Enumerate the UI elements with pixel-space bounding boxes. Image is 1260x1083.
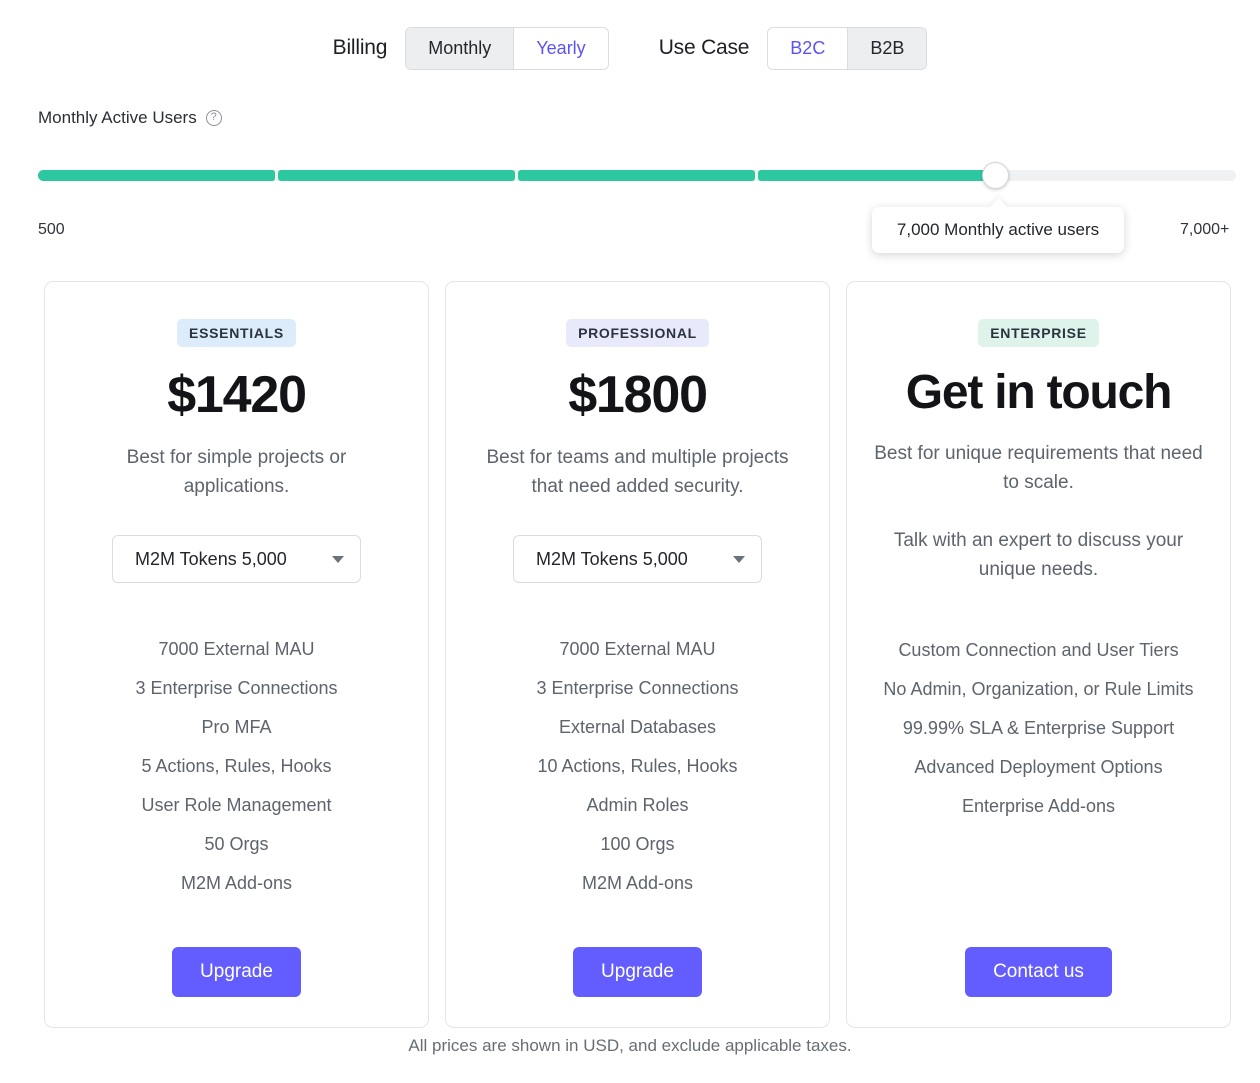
mau-slider[interactable] (38, 162, 1236, 189)
plan-feature: Admin Roles (586, 795, 689, 815)
plan-controls: Billing Monthly Yearly Use Case B2C B2B (0, 27, 1260, 70)
plan-feature: Enterprise Add-ons (961, 796, 1116, 816)
pricing-page: Billing Monthly Yearly Use Case B2C B2B … (0, 0, 1260, 1083)
plan-feature: Advanced Deployment Options (914, 757, 1163, 777)
plan-feature: 10 Actions, Rules, Hooks (537, 756, 738, 776)
plan-features: 7000 External MAU 3 Enterprise Connectio… (456, 630, 819, 903)
billing-option-yearly[interactable]: Yearly (513, 28, 608, 69)
billing-option-monthly[interactable]: Monthly (406, 28, 514, 69)
plan-feature: M2M Add-ons (581, 873, 694, 893)
mau-label: Monthly Active Users (38, 108, 197, 127)
plan-price: $1800 (568, 366, 708, 424)
plan-cta-wrap: Upgrade (172, 903, 301, 997)
plan-feature: 5 Actions, Rules, Hooks (141, 756, 332, 776)
plan-feature: 7000 External MAU (158, 639, 315, 659)
plan-cta-wrap: Upgrade (573, 903, 702, 997)
question-circle-icon[interactable]: ? (205, 110, 222, 126)
use-case-label: Use Case (658, 36, 750, 60)
billing-control: Billing Monthly Yearly (333, 27, 609, 70)
plan-badge: PROFESSIONAL (566, 319, 709, 347)
m2m-tokens-select[interactable]: M2M Tokens 5,000 (112, 535, 361, 583)
slider-thumb[interactable] (982, 162, 1009, 189)
plan-description: Best for simple projects or applications… (126, 447, 347, 497)
upgrade-button[interactable]: Upgrade (573, 947, 702, 997)
pricing-footnote: All prices are shown in USD, and exclude… (408, 1036, 852, 1055)
use-case-option-b2c[interactable]: B2C (768, 28, 848, 69)
slider-segment-1 (38, 170, 275, 181)
slider-min-label: 500 (38, 221, 65, 238)
plan-card-essentials: ESSENTIALS $1420 Best for simple project… (44, 281, 429, 1028)
plan-feature: 100 Orgs (600, 834, 675, 854)
plan-price: $1420 (167, 366, 307, 424)
slider-tooltip: 7,000 Monthly active users (872, 207, 1124, 253)
plan-price: Get in touch (905, 366, 1173, 419)
use-case-option-b2b[interactable]: B2B (847, 28, 927, 69)
plan-cards: ESSENTIALS $1420 Best for simple project… (44, 281, 1231, 1028)
slider-tooltip-text: 7,000 Monthly active users (896, 220, 1100, 239)
plan-feature: No Admin, Organization, or Rule Limits (883, 679, 1194, 699)
plan-badge: ESSENTIALS (177, 319, 296, 347)
plan-feature: M2M Add-ons (180, 873, 293, 893)
slider-segment-2 (278, 170, 515, 181)
plan-card-professional: PROFESSIONAL $1800 Best for teams and mu… (445, 281, 830, 1028)
use-case-segmented-control[interactable]: B2C B2B (767, 27, 928, 70)
billing-segmented-control[interactable]: Monthly Yearly (405, 27, 609, 70)
plan-feature: External Databases (558, 717, 717, 737)
plan-description: Best for teams and multiple projects tha… (486, 447, 789, 497)
m2m-tokens-select-value: M2M Tokens 5,000 (135, 548, 287, 569)
m2m-tokens-select[interactable]: M2M Tokens 5,000 (513, 535, 762, 583)
plan-badge: ENTERPRISE (978, 319, 1099, 347)
chevron-down-icon (332, 555, 344, 563)
plan-feature: 99.99% SLA & Enterprise Support (902, 718, 1175, 738)
plan-cta-wrap: Contact us (965, 903, 1112, 997)
plan-feature: Pro MFA (201, 717, 272, 737)
plan-features: Custom Connection and User Tiers No Admi… (857, 631, 1220, 826)
plan-features: 7000 External MAU 3 Enterprise Connectio… (55, 630, 418, 903)
plan-description: Best for unique requirements that need t… (874, 443, 1203, 493)
plan-card-enterprise: ENTERPRISE Get in touch Best for unique … (846, 281, 1231, 1028)
plan-description-secondary: Talk with an expert to discuss your uniq… (893, 530, 1184, 580)
slider-segment-3 (518, 170, 755, 181)
slider-max-label: 7,000+ (1180, 221, 1230, 238)
plan-feature: User Role Management (141, 795, 332, 815)
plan-feature: 3 Enterprise Connections (536, 678, 739, 698)
plan-feature: 7000 External MAU (559, 639, 716, 659)
chevron-down-icon (733, 555, 745, 563)
contact-us-button[interactable]: Contact us (965, 947, 1112, 997)
plan-feature: 3 Enterprise Connections (135, 678, 338, 698)
plan-feature: Custom Connection and User Tiers (898, 640, 1179, 660)
m2m-tokens-select-value: M2M Tokens 5,000 (536, 548, 688, 569)
slider-segment-4 (758, 170, 998, 181)
billing-label: Billing (332, 36, 388, 60)
mau-label-row: Monthly Active Users ? (38, 108, 222, 128)
use-case-control: Use Case B2C B2B (659, 27, 928, 70)
plan-feature: 50 Orgs (204, 834, 269, 854)
upgrade-button[interactable]: Upgrade (172, 947, 301, 997)
